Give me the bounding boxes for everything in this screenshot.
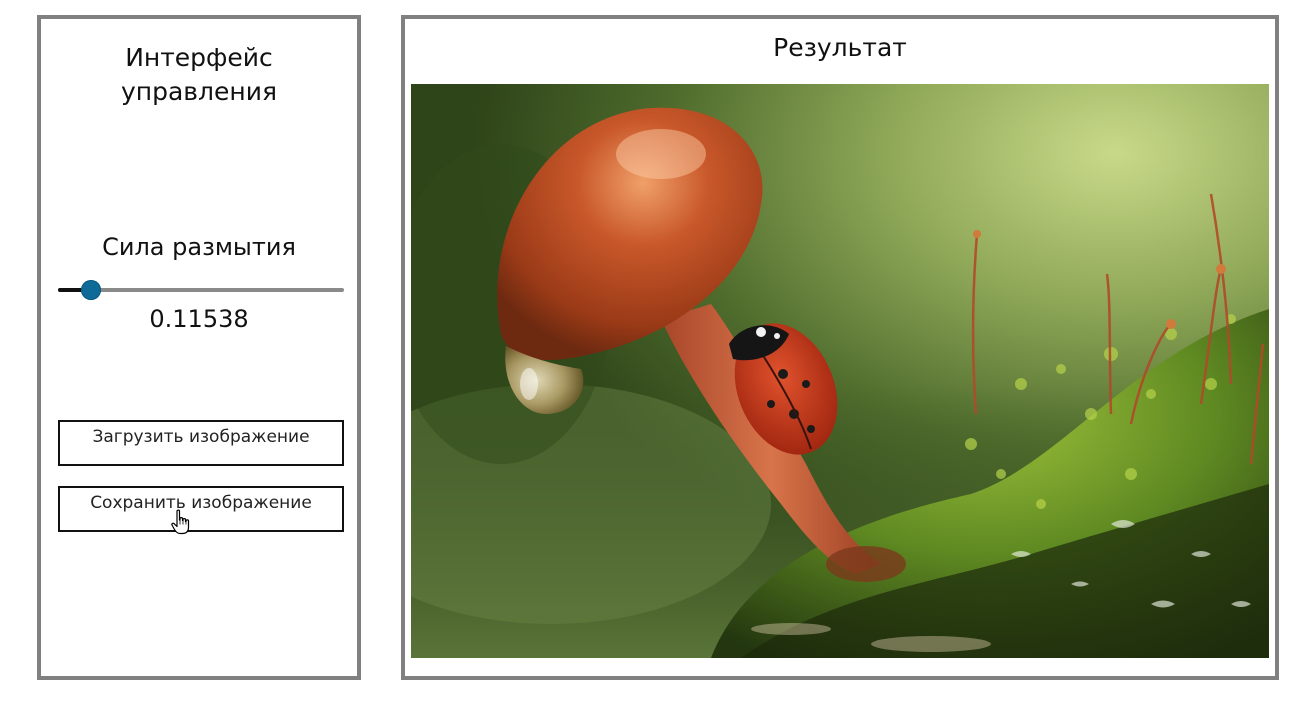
result-panel: Результат [401, 15, 1279, 680]
blur-strength-slider[interactable] [58, 277, 344, 303]
control-panel: Интерфейс управления Сила размытия 0.115… [37, 15, 361, 680]
mushroom-ladybug-illustration [411, 84, 1269, 658]
result-panel-title: Результат [773, 33, 907, 62]
slider-thumb[interactable] [80, 280, 101, 300]
blur-strength-value: 0.11538 [149, 305, 249, 333]
load-image-button[interactable]: Загрузить изображение [58, 420, 344, 466]
control-panel-title: Интерфейс управления [120, 43, 278, 106]
save-image-button[interactable]: Сохранить изображение [58, 486, 344, 532]
blur-strength-label: Сила размытия [102, 233, 296, 261]
result-image [411, 84, 1269, 658]
